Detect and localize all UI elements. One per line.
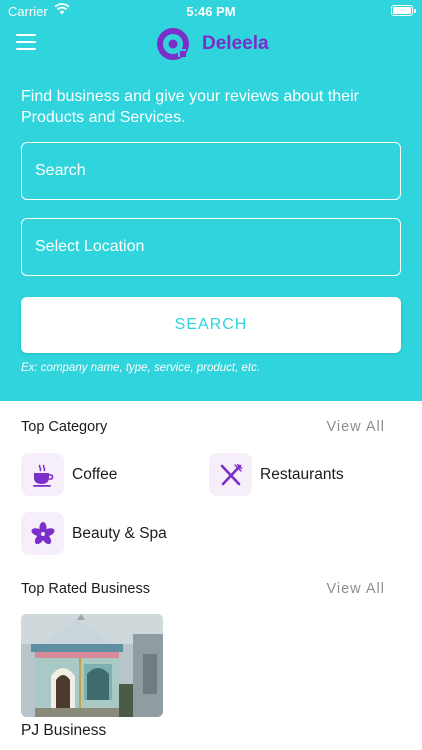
top-category-title: Top Category bbox=[21, 419, 108, 435]
location-select[interactable]: Select Location bbox=[21, 218, 401, 276]
status-bar: Carrier 5:46 PM bbox=[0, 0, 422, 22]
app-name: Deleela bbox=[202, 33, 269, 54]
navbar: Deleela bbox=[0, 22, 422, 66]
building-photo bbox=[21, 614, 163, 717]
business-card-image[interactable] bbox=[21, 614, 163, 717]
category-coffee[interactable]: Coffee bbox=[21, 453, 117, 496]
brand: Deleela bbox=[156, 26, 269, 62]
tagline: Find business and give your reviews abou… bbox=[21, 88, 359, 126]
flower-icon bbox=[21, 512, 64, 555]
search-hint: Ex: company name, type, service, product… bbox=[21, 362, 261, 374]
top-rated-view-all[interactable]: View All bbox=[326, 581, 385, 597]
top-rated-title: Top Rated Business bbox=[21, 581, 150, 597]
fork-knife-icon bbox=[209, 453, 252, 496]
clock: 5:46 PM bbox=[186, 4, 236, 19]
category-restaurants[interactable]: Restaurants bbox=[209, 453, 344, 496]
top-category-view-all[interactable]: View All bbox=[326, 419, 385, 435]
hamburger-menu-icon[interactable] bbox=[16, 33, 36, 51]
search-button[interactable]: SEARCH bbox=[21, 297, 401, 353]
category-beauty-spa[interactable]: Beauty & Spa bbox=[21, 512, 167, 555]
business-name[interactable]: PJ Business bbox=[21, 722, 106, 740]
deleela-logo-icon bbox=[157, 28, 189, 60]
category-label: Restaurants bbox=[260, 465, 344, 483]
search-input[interactable]: Search bbox=[21, 142, 401, 200]
battery-icon bbox=[391, 5, 416, 16]
category-label: Coffee bbox=[72, 465, 118, 483]
coffee-cup-icon bbox=[21, 453, 64, 496]
category-label: Beauty & Spa bbox=[72, 524, 167, 542]
